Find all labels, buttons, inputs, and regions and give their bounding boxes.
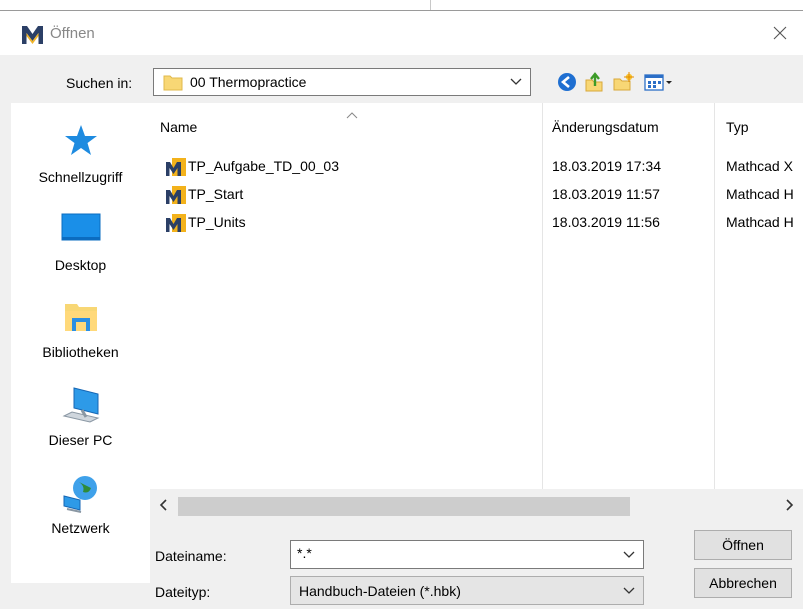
new-folder-button[interactable]	[612, 71, 634, 93]
open-dialog: Öffnen Suchen in: 00 Thermopractice Schn…	[0, 10, 803, 609]
quick-access-star-icon	[64, 125, 97, 155]
column-header-name[interactable]: Name	[160, 119, 197, 135]
place-label: Dieser PC	[48, 432, 113, 448]
filetype-label: Dateityp:	[155, 584, 211, 600]
chevron-down-icon	[623, 587, 635, 594]
up-folder-icon	[585, 72, 603, 92]
places-bar: Schnellzugriff Desktop Bibliotheken Dies…	[11, 103, 150, 583]
file-row[interactable]: TP_Aufgabe_TD_00_03 18.03.2019 17:34 Mat…	[150, 153, 803, 181]
window-title: Öffnen	[50, 25, 95, 42]
horizontal-scrollbar[interactable]	[150, 489, 803, 521]
place-label: Bibliotheken	[42, 344, 119, 360]
filename-label: Dateiname:	[155, 548, 227, 564]
mathcad-file-icon	[166, 186, 186, 204]
file-name: TP_Aufgabe_TD_00_03	[188, 158, 339, 174]
chevron-left-icon	[159, 499, 167, 511]
up-folder-button[interactable]	[583, 71, 605, 93]
file-type: Mathcad X	[726, 158, 793, 174]
column-header-date[interactable]: Änderungsdatum	[552, 119, 659, 135]
back-icon	[558, 73, 576, 91]
chevron-down-icon	[510, 78, 522, 85]
this-pc-icon	[62, 387, 99, 423]
place-network[interactable]: Netzwerk	[11, 466, 150, 546]
column-header-type[interactable]: Typ	[726, 119, 749, 135]
place-desktop[interactable]: Desktop	[11, 203, 150, 283]
cancel-button[interactable]: Abbrechen	[694, 568, 792, 598]
file-date: 18.03.2019 17:34	[552, 158, 661, 174]
scroll-thumb[interactable]	[178, 497, 630, 516]
mathcad-file-icon	[166, 214, 186, 232]
open-button[interactable]: Öffnen	[694, 530, 792, 560]
file-row[interactable]: TP_Start 18.03.2019 11:57 Mathcad H	[150, 181, 803, 209]
file-date: 18.03.2019 11:56	[552, 214, 660, 230]
view-menu-button[interactable]	[643, 71, 675, 93]
lookin-value: 00 Thermopractice	[190, 74, 307, 90]
place-libraries[interactable]: Bibliotheken	[11, 290, 150, 370]
file-row[interactable]: TP_Units 18.03.2019 11:56 Mathcad H	[150, 209, 803, 237]
place-label: Schnellzugriff	[38, 169, 123, 185]
folder-icon	[163, 75, 183, 91]
chevron-down-icon[interactable]	[623, 551, 635, 559]
file-list[interactable]: Name Änderungsdatum Typ TP_Aufgabe_TD_00…	[150, 103, 803, 521]
file-date: 18.03.2019 11:57	[552, 186, 660, 202]
mathcad-logo-icon	[22, 26, 43, 44]
place-quick-access[interactable]: Schnellzugriff	[11, 115, 150, 195]
filename-input[interactable]: *.*	[290, 540, 644, 569]
filetype-value: Handbuch-Dateien (*.hbk)	[299, 583, 461, 599]
mathcad-file-icon	[166, 158, 186, 176]
place-label: Netzwerk	[51, 520, 110, 536]
new-folder-icon	[613, 72, 634, 91]
lookin-label: Suchen in:	[66, 75, 133, 91]
back-button[interactable]	[556, 71, 578, 93]
scroll-left-button[interactable]	[150, 489, 178, 521]
sort-ascending-icon	[346, 112, 358, 119]
title-bar: Öffnen	[0, 11, 803, 55]
chevron-right-icon	[786, 499, 794, 511]
place-label: Desktop	[54, 257, 107, 273]
desktop-icon	[61, 213, 100, 241]
file-name: TP_Units	[188, 214, 246, 230]
scroll-right-button[interactable]	[775, 489, 803, 521]
view-menu-icon	[644, 74, 672, 91]
lookin-dropdown[interactable]: 00 Thermopractice	[153, 68, 531, 96]
file-type: Mathcad H	[726, 214, 794, 230]
filetype-select[interactable]: Handbuch-Dateien (*.hbk)	[290, 576, 644, 605]
close-button[interactable]	[757, 11, 803, 55]
network-icon	[63, 476, 97, 513]
libraries-icon	[64, 304, 97, 331]
filename-value: *.*	[297, 545, 312, 561]
close-icon	[773, 26, 787, 40]
file-type: Mathcad H	[726, 186, 794, 202]
place-this-pc[interactable]: Dieser PC	[11, 378, 150, 458]
file-name: TP_Start	[188, 186, 244, 202]
